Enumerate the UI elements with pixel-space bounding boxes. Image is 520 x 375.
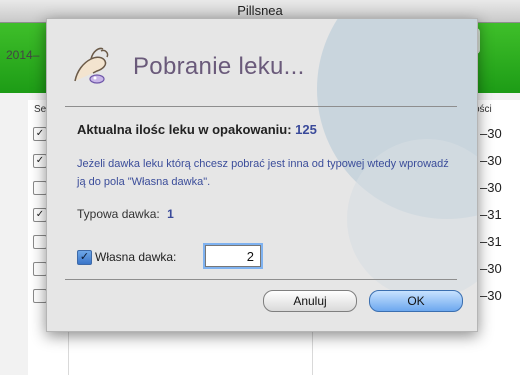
info-text: Jeżeli dawka leku którą chcesz pobrać je…	[77, 158, 449, 188]
row-value: –30	[480, 153, 502, 168]
row-checkbox[interactable]	[33, 235, 47, 249]
typical-dose-label: Typowa dawka:	[77, 207, 160, 221]
current-amount-value: 125	[295, 122, 317, 137]
own-dose-input[interactable]	[205, 245, 261, 267]
row-checkbox[interactable]	[33, 289, 47, 303]
row-checkbox[interactable]: ✓	[33, 208, 47, 222]
row-checkbox[interactable]	[33, 181, 47, 195]
dialog-title: Pobranie leku...	[133, 53, 305, 80]
typical-dose-value: 1	[167, 207, 174, 221]
typical-dose-row: Typowa dawka: 1	[77, 207, 174, 221]
row-value: –30	[480, 126, 502, 141]
row-value: –30	[480, 180, 502, 195]
table-header-left[interactable]: Se	[34, 104, 46, 115]
divider	[65, 279, 457, 280]
row-checkbox[interactable]	[33, 262, 47, 276]
current-amount-label: Aktualna ilośc leku w opakowaniu:	[77, 122, 292, 137]
toolbar-date-text: 2014–	[6, 48, 40, 62]
own-dose-checkbox[interactable]: ✓	[77, 250, 92, 265]
row-checkbox[interactable]: ✓	[33, 127, 47, 141]
row-checkbox[interactable]: ✓	[33, 154, 47, 168]
cancel-button[interactable]: Anuluj	[263, 290, 357, 312]
row-value: –31	[480, 234, 502, 249]
ok-button[interactable]: OK	[369, 290, 463, 312]
row-value: –30	[480, 288, 502, 303]
window-title: Pillsnea	[237, 3, 283, 18]
row-value: –31	[480, 207, 502, 222]
dose-dialog: Pobranie leku... Aktualna ilośc leku w o…	[46, 18, 478, 332]
hand-pill-icon	[74, 47, 109, 84]
row-value: –30	[480, 261, 502, 276]
divider	[65, 106, 457, 107]
own-dose-label[interactable]: Własna dawka:	[95, 250, 176, 264]
current-amount-row: Aktualna ilośc leku w opakowaniu: 125	[77, 122, 317, 137]
